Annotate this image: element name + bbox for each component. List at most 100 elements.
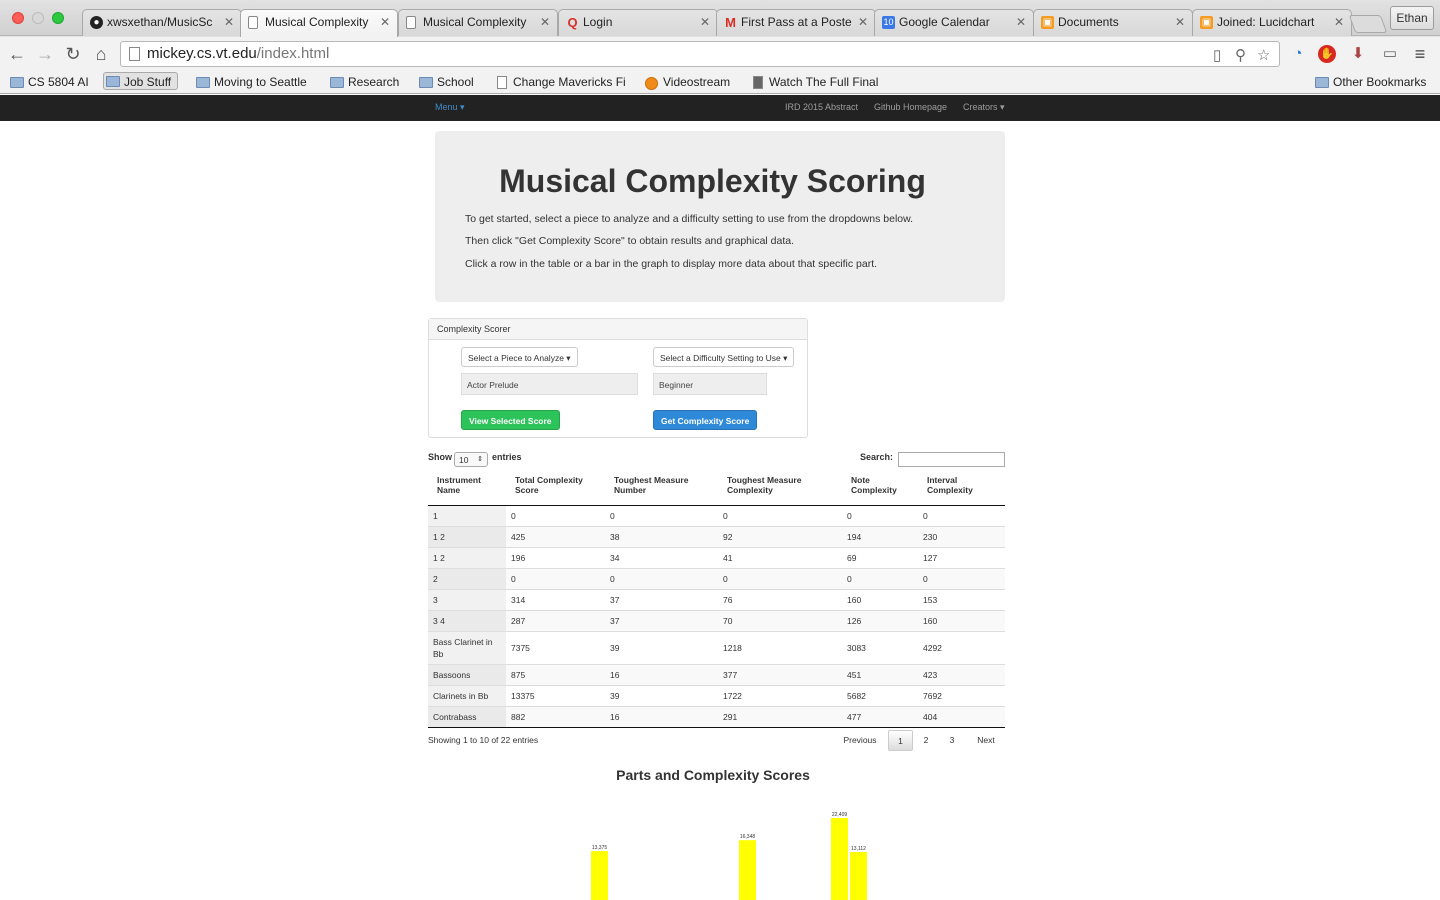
table-cell: 37 xyxy=(605,588,718,610)
tab-documents[interactable]: ▣ Documents ✕ xyxy=(1033,9,1193,36)
table-row[interactable]: 1 2 196 34 41 69 127 xyxy=(428,546,1005,568)
chart-bar[interactable] xyxy=(591,851,608,900)
table-row[interactable]: Contrabass 882 16 291 477 404 xyxy=(428,705,1005,728)
tab-github[interactable]: ● xwsxethan/MusicSc ✕ xyxy=(82,9,242,36)
extension-icon[interactable]: ◔ xyxy=(1288,44,1308,64)
table-cell: 314 xyxy=(506,588,605,610)
tab-lucidchart[interactable]: ▣ Joined: Lucidchart ✕ xyxy=(1192,9,1352,36)
difficulty-dropdown[interactable]: Select a Difficulty Setting to Use ▾ xyxy=(653,347,795,367)
tab-musical-complexity-active[interactable]: Musical Complexity ✕ xyxy=(240,9,398,37)
bookmark-school[interactable]: School xyxy=(417,74,474,92)
reader-icon[interactable]: ▯ xyxy=(1213,46,1221,64)
close-tab-icon[interactable]: ✕ xyxy=(540,15,550,29)
pagination-page-3[interactable]: 3 xyxy=(941,730,963,751)
pagination-next[interactable]: Next xyxy=(970,730,1002,751)
close-tab-icon[interactable]: ✕ xyxy=(1334,15,1344,29)
address-bar[interactable]: mickey.cs.vt.edu/index.html ▯ ⚲ ☆ xyxy=(120,41,1280,67)
menu-dropdown[interactable]: Menu ▾ xyxy=(435,102,465,113)
adblock-icon[interactable]: ✋ xyxy=(1318,45,1336,63)
page-title: Musical Complexity Scoring xyxy=(499,163,926,199)
close-tab-icon[interactable]: ✕ xyxy=(700,15,710,29)
view-selected-score-button[interactable]: View Selected Score xyxy=(461,410,560,430)
column-header[interactable]: Toughest Measure Complexity xyxy=(718,474,842,506)
bookmark-research[interactable]: Research xyxy=(328,74,399,92)
forward-arrow-icon[interactable]: → xyxy=(34,43,56,65)
chart-bar[interactable] xyxy=(739,840,756,900)
tab-login[interactable]: Q Login ✕ xyxy=(558,9,718,36)
tab-title: Login xyxy=(583,15,613,29)
table-row[interactable]: 3 314 37 76 160 153 xyxy=(428,588,1005,610)
bookmark-moving-to-seattle[interactable]: Moving to Seattle xyxy=(194,74,307,92)
table-cell: 194 xyxy=(842,525,918,547)
close-tab-icon[interactable]: ✕ xyxy=(1016,15,1026,29)
close-tab-icon[interactable]: ✕ xyxy=(858,15,868,29)
table-cell: 1 2 xyxy=(428,525,506,547)
pagination-page-2[interactable]: 2 xyxy=(915,730,937,751)
download-icon[interactable]: ⬇ xyxy=(1348,44,1368,64)
table-cell: 160 xyxy=(918,609,1005,631)
bookmark-cs-5804-ai[interactable]: CS 5804 AI xyxy=(8,74,89,92)
table-cell: 7692 xyxy=(918,684,1005,706)
intro-jumbotron: Musical Complexity Scoring To get starte… xyxy=(435,131,1005,302)
complexity-table: Instrument Name Total Complexity Score T… xyxy=(428,474,1005,728)
tab-gmail[interactable]: M First Pass at a Poste ✕ xyxy=(716,9,876,36)
column-header[interactable]: Total Complexity Score xyxy=(506,474,605,506)
bookmark-other-bookmarks[interactable]: Other Bookmarks xyxy=(1313,74,1426,92)
table-cell: 1218 xyxy=(718,630,842,664)
home-icon[interactable]: ⌂ xyxy=(90,43,112,65)
back-arrow-icon[interactable]: ← xyxy=(6,43,28,65)
close-tab-icon[interactable]: ✕ xyxy=(224,15,234,29)
table-cell: 291 xyxy=(718,705,842,728)
star-icon[interactable]: ☆ xyxy=(1257,46,1270,64)
column-header[interactable]: Instrument Name xyxy=(428,474,506,506)
bookmark-videostream[interactable]: Videostream xyxy=(643,74,730,92)
table-cell: 451 xyxy=(842,663,918,685)
intro-line: Then click "Get Complexity Score" to obt… xyxy=(465,235,795,247)
chart-bar[interactable] xyxy=(850,852,867,900)
table-row[interactable]: Bass Clarinet in Bb 7375 39 1218 3083 4292 xyxy=(428,630,1005,664)
nav-link-github[interactable]: Github Homepage xyxy=(874,102,947,112)
folder-icon xyxy=(196,77,210,88)
close-tab-icon[interactable]: ✕ xyxy=(380,15,390,29)
bookmark-job-stuff[interactable]: Job Stuff xyxy=(103,72,179,90)
nav-link-creators[interactable]: Creators ▾ xyxy=(963,102,1005,113)
column-header[interactable]: Note Complexity xyxy=(842,474,918,506)
pagination-previous[interactable]: Previous xyxy=(836,730,884,751)
table-row[interactable]: 3 4 287 37 70 126 160 xyxy=(428,609,1005,631)
menu-icon[interactable]: ≡ xyxy=(1410,44,1430,64)
bookmark-change-mavericks[interactable]: Change Mavericks Fi xyxy=(493,74,626,92)
table-cell: 13375 xyxy=(506,684,605,706)
new-tab-button[interactable] xyxy=(1348,15,1388,33)
search-input[interactable] xyxy=(898,452,1005,467)
table-row[interactable]: Clarinets in Bb 13375 39 1722 5682 7692 xyxy=(428,684,1005,706)
reload-icon[interactable]: ↻ xyxy=(62,43,84,65)
table-row[interactable]: 200000 xyxy=(428,567,1005,589)
folder-icon xyxy=(10,77,24,88)
get-complexity-score-button[interactable]: Get Complexity Score xyxy=(653,410,758,430)
column-header[interactable]: Interval Complexity xyxy=(918,474,1005,506)
nav-link-abstract[interactable]: IRD 2015 Abstract xyxy=(785,102,858,112)
close-window-button[interactable] xyxy=(12,12,24,24)
bookmark-watch-full-final[interactable]: Watch The Full Final xyxy=(749,74,878,92)
profile-button[interactable]: Ethan xyxy=(1390,6,1434,30)
close-tab-icon[interactable]: ✕ xyxy=(1175,15,1185,29)
minimize-window-button[interactable] xyxy=(32,12,44,24)
tab-title: Joined: Lucidchart xyxy=(1217,15,1315,29)
table-cell: 0 xyxy=(842,504,918,526)
search-icon[interactable]: ⚲ xyxy=(1235,46,1246,64)
tab-google-calendar[interactable]: 10 Google Calendar ✕ xyxy=(874,9,1034,36)
table-row[interactable]: Bassoons 875 16 377 451 423 xyxy=(428,663,1005,685)
tab-title: Google Calendar xyxy=(899,15,990,29)
piece-dropdown[interactable]: Select a Piece to Analyze ▾ xyxy=(461,347,578,367)
cast-icon[interactable]: ▭ xyxy=(1380,44,1400,64)
pagination-page-1[interactable]: 1 xyxy=(888,730,913,751)
entries-per-page-select[interactable]: 10 ⇕ xyxy=(454,452,488,467)
zoom-window-button[interactable] xyxy=(52,12,64,24)
page-info-icon[interactable] xyxy=(129,47,140,61)
tab-musical-complexity[interactable]: Musical Complexity ✕ xyxy=(398,9,558,36)
chart-bar[interactable] xyxy=(831,818,848,900)
table-row[interactable]: 1 2 425 38 92 194 230 xyxy=(428,525,1005,547)
table-row[interactable]: 100000 xyxy=(428,504,1005,526)
folder-icon xyxy=(1315,77,1329,88)
column-header[interactable]: Toughest Measure Number xyxy=(605,474,718,506)
